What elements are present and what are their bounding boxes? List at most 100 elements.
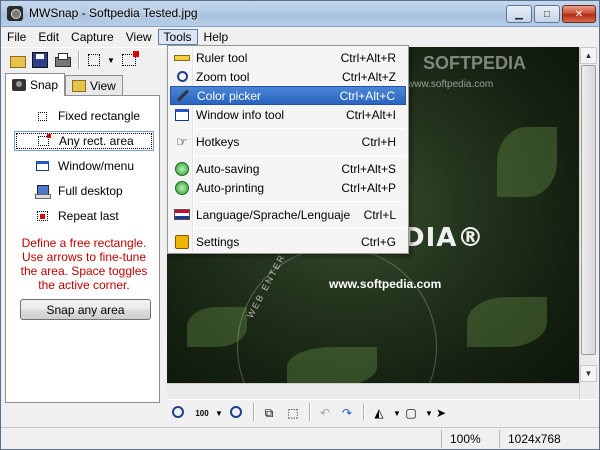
scroll-up-icon[interactable]: ▲: [580, 47, 597, 64]
menu-item-language[interactable]: Language/Sprache/Lenguaje Ctrl+L: [170, 205, 406, 224]
close-icon: ✕: [574, 8, 584, 20]
menu-item-label: Auto-printing: [196, 180, 265, 195]
option-label: Repeat last: [58, 209, 119, 223]
menu-item-shortcut: Ctrl+Alt+P: [341, 180, 396, 195]
tab-view[interactable]: View: [65, 75, 123, 95]
menu-separator: [196, 228, 404, 229]
option-any-rect-area[interactable]: Any rect. area: [14, 131, 154, 151]
option-full-desktop[interactable]: Full desktop: [14, 181, 154, 201]
menu-view[interactable]: View: [120, 29, 158, 45]
menu-item-zoom-tool[interactable]: Zoom tool Ctrl+Alt+Z: [170, 67, 406, 86]
status-bar: 100% 1024x768: [1, 427, 599, 449]
snap-panel: Snap View Fixed rectangle Any rect. area…: [1, 71, 164, 433]
tab-snap[interactable]: Snap: [5, 73, 66, 96]
flag-icon: [174, 209, 190, 220]
menu-item-ruler-tool[interactable]: Ruler tool Ctrl+Alt+R: [170, 48, 406, 67]
horizontal-scrollbar[interactable]: [167, 383, 579, 399]
flip-icon[interactable]: ◭: [371, 405, 387, 421]
menu-item-auto-saving[interactable]: Auto-saving Ctrl+Alt+S: [170, 159, 406, 178]
eyedropper-icon: [176, 89, 190, 102]
status-dimensions: 1024x768: [499, 430, 599, 448]
save-icon[interactable]: [32, 52, 48, 68]
zoom-100-icon[interactable]: 100: [194, 405, 210, 421]
panel-tabs: Snap View: [5, 73, 123, 96]
option-label: Fixed rectangle: [58, 109, 141, 123]
fixed-rect-icon[interactable]: [88, 54, 100, 66]
desktop-icon: [35, 185, 51, 199]
menu-item-shortcut: Ctrl+L: [363, 207, 396, 222]
vertical-scrollbar[interactable]: ▲ ▼: [579, 47, 597, 399]
minimize-button[interactable]: ▁: [506, 5, 532, 23]
menu-item-shortcut: Ctrl+G: [360, 234, 396, 249]
ruler-icon: [174, 54, 190, 61]
menu-item-shortcut: Ctrl+Alt+C: [339, 88, 395, 103]
copy-icon[interactable]: ⧉: [261, 405, 277, 421]
menu-item-label: Hotkeys: [196, 134, 240, 149]
snap-any-area-button[interactable]: Snap any area: [20, 299, 151, 320]
frame-icon[interactable]: ▢: [403, 405, 419, 421]
option-fixed-rectangle[interactable]: Fixed rectangle: [14, 106, 154, 126]
menu-help[interactable]: Help: [198, 29, 235, 45]
redo-icon[interactable]: ↷: [339, 405, 355, 421]
menu-item-hotkeys[interactable]: ☞ Hotkeys Ctrl+H: [170, 132, 406, 151]
tab-view-label: View: [90, 78, 116, 93]
window-icon: [35, 161, 49, 171]
help-text: Define a free rectangle. Use arrows to f…: [20, 236, 148, 292]
foliage-shape: [467, 297, 547, 347]
cursor-icon[interactable]: ➤: [433, 405, 449, 421]
maximize-button[interactable]: □: [534, 5, 560, 23]
auto-save-icon: [175, 161, 189, 176]
scroll-down-icon[interactable]: ▼: [580, 365, 597, 382]
menu-file[interactable]: File: [1, 29, 32, 45]
menu-item-settings[interactable]: Settings Ctrl+G: [170, 232, 406, 251]
minimize-icon: ▁: [515, 8, 523, 20]
menu-item-label: Color picker: [197, 88, 262, 103]
any-rect-area-icon: [37, 134, 51, 146]
tab-snap-label: Snap: [30, 78, 59, 92]
zoom-out-icon[interactable]: [230, 406, 242, 418]
toolbar-separator: [309, 403, 311, 421]
settings-icon: [175, 234, 189, 249]
image-arc: [237, 247, 437, 399]
image-watermark: SOFTPEDIA: [423, 53, 527, 73]
menu-item-shortcut: Ctrl+Alt+I: [345, 107, 396, 122]
zoom-dropdown-icon[interactable]: ▼: [211, 405, 227, 421]
print-icon[interactable]: [54, 52, 71, 68]
snap-options-panel: Fixed rectangle Any rect. area Window/me…: [5, 95, 160, 403]
dropdown-arrow-icon[interactable]: ▼: [107, 56, 115, 65]
menu-item-auto-printing[interactable]: Auto-printing Ctrl+Alt+P: [170, 178, 406, 197]
undo-icon[interactable]: ↶: [317, 405, 333, 421]
vertical-scroll-thumb[interactable]: [581, 65, 596, 355]
menu-item-color-picker[interactable]: Color picker Ctrl+Alt+C: [170, 86, 406, 105]
magnifier-icon: [176, 71, 188, 82]
zoom-toolbar: 100 ▼ ⧉ ⬚ ↶ ↷ ◭ ▼ ▢ ▼ ➤: [167, 399, 597, 425]
zoom-in-icon[interactable]: [172, 406, 184, 418]
menu-capture[interactable]: Capture: [65, 29, 120, 45]
menu-item-shortcut: Ctrl+Alt+R: [340, 50, 396, 65]
app-window: MWSnap - Softpedia Tested.jpg ▁ □ ✕ File…: [0, 0, 600, 450]
menu-item-label: Settings: [196, 234, 240, 249]
menu-item-shortcut: Ctrl+Alt+Z: [341, 69, 396, 84]
open-folder-icon[interactable]: [9, 52, 26, 68]
window-title: MWSnap - Softpedia Tested.jpg: [29, 6, 198, 20]
option-window-menu[interactable]: Window/menu: [14, 156, 154, 176]
toolbar-separator: [363, 403, 365, 421]
image-brand-text: DIA®: [403, 223, 485, 253]
camera-app-icon[interactable]: [7, 6, 23, 21]
menu-item-label: Zoom tool: [196, 69, 250, 84]
toolbar-separator: [78, 51, 80, 69]
menu-item-window-info-tool[interactable]: Window info tool Ctrl+Alt+I: [170, 105, 406, 124]
crop-select-icon[interactable]: ⬚: [285, 405, 301, 421]
tools-menu: Ruler tool Ctrl+Alt+R Zoom tool Ctrl+Alt…: [167, 45, 409, 254]
close-button[interactable]: ✕: [562, 5, 596, 23]
image-url-text: www.softpedia.com: [329, 277, 442, 291]
menu-separator: [196, 155, 404, 156]
camera-icon: [12, 79, 26, 91]
title-bar[interactable]: MWSnap - Softpedia Tested.jpg ▁ □ ✕: [1, 1, 599, 27]
option-repeat-last[interactable]: Repeat last: [14, 206, 154, 226]
menu-tools[interactable]: Tools: [157, 28, 198, 45]
status-zoom: 100%: [441, 430, 499, 448]
menu-edit[interactable]: Edit: [32, 29, 65, 45]
menu-separator: [196, 128, 404, 129]
any-rect-icon[interactable]: [122, 51, 139, 66]
